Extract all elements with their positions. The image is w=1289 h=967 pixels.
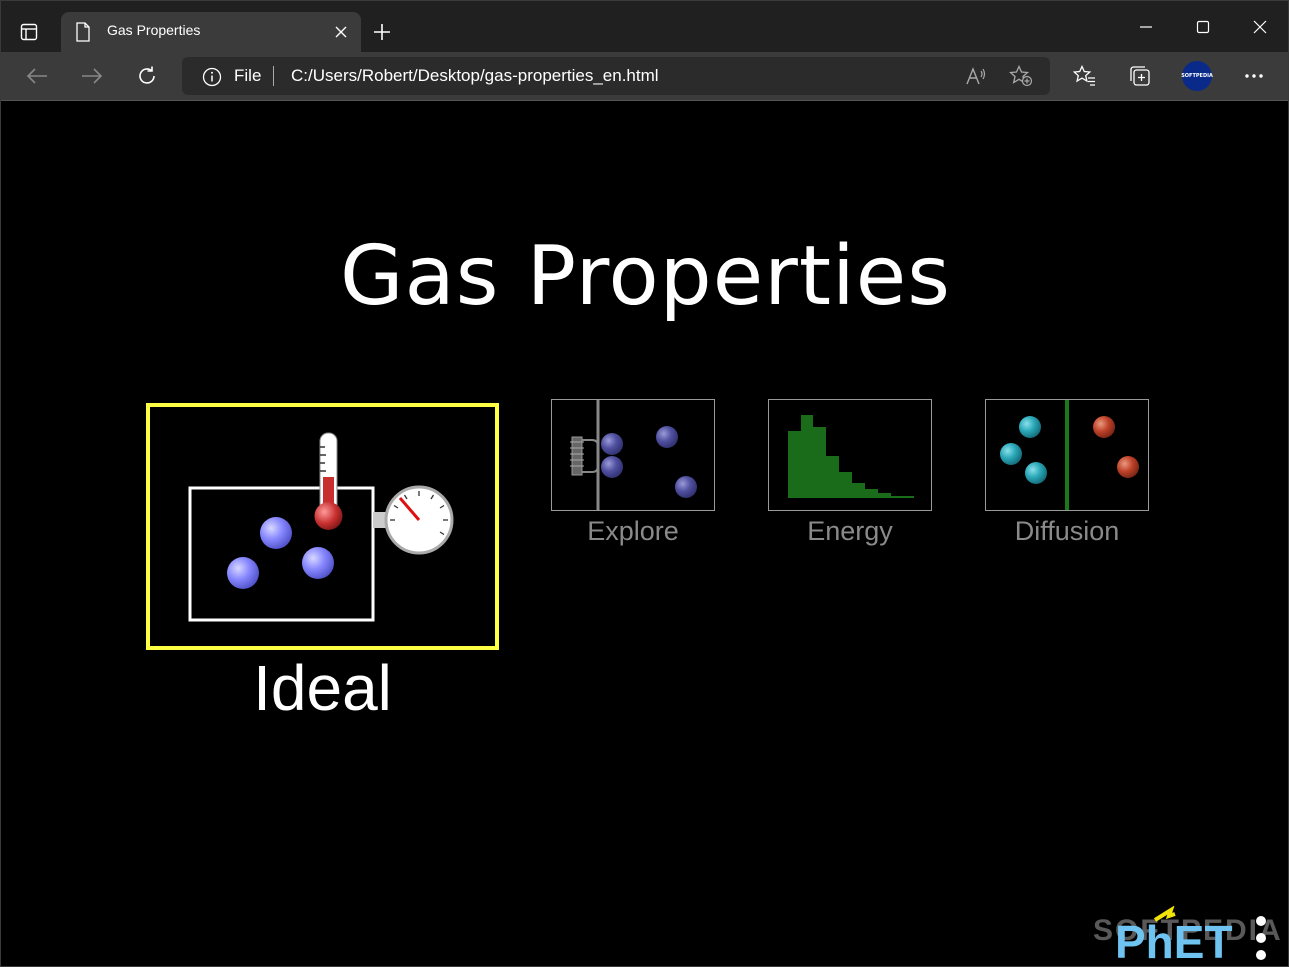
tab-actions-icon [20, 23, 38, 41]
close-window-button[interactable] [1237, 9, 1283, 45]
back-button[interactable] [20, 60, 54, 92]
minimize-button[interactable] [1123, 9, 1169, 45]
star-add-icon [1009, 65, 1033, 87]
title-bar: Gas Properties [1, 1, 1288, 52]
address-scheme-label: File [234, 66, 262, 85]
sim-home-screen: Gas Properties Ideal Explore Energy Diff… [1, 101, 1288, 966]
close-icon [1253, 20, 1267, 34]
favorites-button[interactable] [1070, 62, 1100, 90]
explore-screen-icon [570, 400, 697, 510]
address-divider [273, 66, 274, 86]
more-horizontal-icon [1245, 74, 1263, 78]
energy-screen-icon [788, 415, 914, 498]
refresh-button[interactable] [130, 60, 164, 92]
phet-logo[interactable]: PhET [1113, 906, 1247, 962]
ideal-screen-icon [188, 432, 454, 622]
tab-gas-properties[interactable]: Gas Properties [61, 12, 361, 52]
info-icon[interactable] [202, 67, 222, 87]
screen-label-energy: Energy [807, 516, 893, 546]
screen-label-ideal: Ideal [253, 652, 392, 724]
plus-icon [374, 24, 390, 40]
ideal-icon-frame[interactable] [146, 403, 499, 650]
forward-button[interactable] [75, 60, 109, 92]
settings-more-button[interactable] [1239, 62, 1269, 90]
arrow-left-icon [26, 68, 47, 84]
tab-close-button[interactable] [329, 20, 353, 44]
close-icon [335, 26, 347, 38]
screen-label-diffusion: Diffusion [1014, 516, 1120, 546]
refresh-icon [139, 66, 155, 84]
minimize-icon [1140, 26, 1152, 28]
read-aloud-icon [966, 67, 986, 85]
explore-icon-frame[interactable] [551, 399, 715, 511]
maximize-icon [1196, 20, 1210, 34]
diffusion-screen-icon [1000, 400, 1139, 510]
new-tab-button[interactable] [367, 17, 397, 47]
address-bar[interactable]: File C:/Users/Robert/Desktop/gas-propert… [182, 57, 1050, 95]
tab-actions-button[interactable] [11, 15, 47, 49]
collections-button[interactable] [1125, 62, 1155, 90]
browser-window: Gas Properties File C:/Users/Robert/Desk… [0, 0, 1289, 967]
add-favorite-button[interactable] [1008, 64, 1034, 88]
diffusion-icon-frame[interactable] [985, 399, 1149, 511]
phet-logo-text: PhET [1115, 916, 1233, 962]
collections-icon [1130, 66, 1150, 86]
phet-menu-button[interactable] [1253, 913, 1269, 963]
maximize-button[interactable] [1180, 9, 1226, 45]
document-icon [76, 22, 90, 42]
screen-label-explore: Explore [587, 516, 679, 546]
arrow-right-icon [82, 68, 103, 84]
profile-avatar[interactable]: SOFTPEDIA [1181, 61, 1213, 91]
address-url[interactable]: C:/Users/Robert/Desktop/gas-properties_e… [291, 66, 659, 86]
sim-title: Gas Properties [340, 229, 951, 324]
tab-title: Gas Properties [107, 22, 201, 38]
browser-toolbar: File C:/Users/Robert/Desktop/gas-propert… [1, 52, 1288, 101]
read-aloud-button[interactable] [963, 64, 989, 88]
energy-icon-frame[interactable] [768, 399, 932, 511]
favorites-icon [1073, 65, 1095, 86]
